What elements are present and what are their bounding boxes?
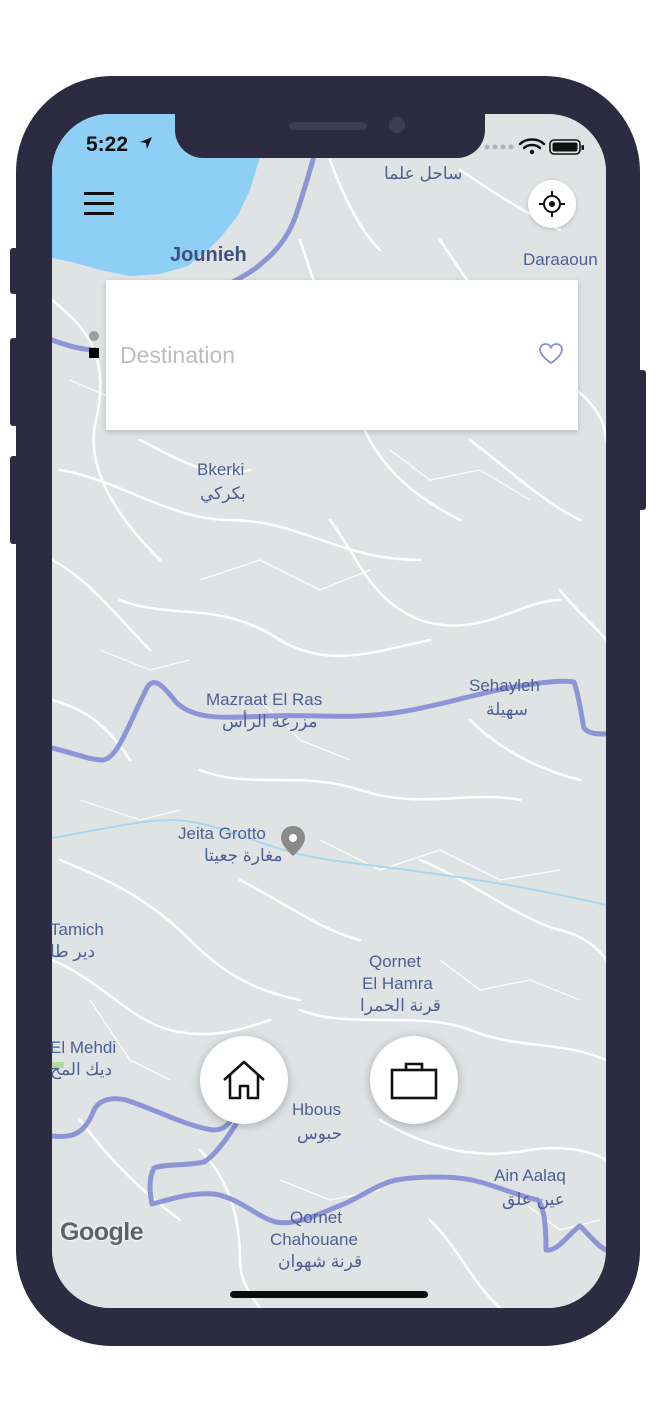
map-label-tamich-ar: دير طا	[50, 942, 96, 961]
map-label-qornet-chahouane-line2: Chahouane	[270, 1230, 358, 1249]
map-label-mazraat-ar: مزرعة الرأس	[222, 712, 318, 731]
status-time: 5:22	[86, 133, 129, 156]
map-label-bkerki-ar: بكركي	[200, 484, 246, 503]
destination-marker-square	[89, 348, 99, 358]
map-label-sehayleh-ar: سهيلة	[486, 700, 528, 719]
map-label-qornet-hamra-line1: Qornet	[369, 952, 421, 971]
home-indicator[interactable]	[230, 1291, 428, 1298]
google-attribution: Google	[60, 1218, 144, 1246]
briefcase-icon	[390, 1062, 438, 1100]
status-icons	[484, 138, 584, 155]
map-label-el-mehdi-ar: ديك المح	[50, 1060, 113, 1079]
map-label-qornet-hamra-line2: El Hamra	[362, 974, 433, 993]
map-label-daraaoun: Daraaoun	[523, 250, 598, 269]
map-label-jounieh: Jounieh	[170, 244, 247, 266]
location-arrow-icon	[140, 137, 152, 149]
map-label-qornet-chahouane-line1: Qornet	[290, 1208, 342, 1227]
menu-button[interactable]	[82, 188, 118, 220]
map-label-qornet-hamra-ar: قرنة الحمرا	[360, 996, 441, 1015]
front-camera	[389, 117, 405, 133]
notch	[175, 114, 485, 158]
map-label-jeita-grotto-ar: مغارة جعيتا	[204, 846, 283, 865]
map-label-hbous: Hbous	[292, 1100, 342, 1119]
map-label-el-mehdi: El Mehdi	[50, 1038, 117, 1057]
map-label-hbous-ar: حبوس	[297, 1124, 343, 1143]
map-label-tamich: Tamich	[50, 920, 104, 939]
speaker-grille	[289, 122, 367, 130]
heart-outline-icon[interactable]	[538, 342, 564, 366]
map-label-ain-aalaq: Ain Aalaq	[494, 1166, 566, 1185]
destination-card	[106, 280, 578, 430]
map-label-ain-aalaq-ar: عين علق	[502, 1190, 565, 1209]
locate-me-button[interactable]	[528, 180, 576, 228]
map-label-sehayleh: Sehayleh	[469, 676, 540, 695]
wifi-icon	[518, 138, 546, 150]
battery-icon	[549, 139, 584, 155]
map-label-jeita-grotto: Jeita Grotto	[178, 824, 266, 843]
hamburger-menu-icon	[84, 192, 114, 215]
crosshair-icon	[539, 191, 565, 217]
map-label-bkerki: Bkerki	[197, 460, 245, 479]
destination-input[interactable]	[118, 336, 522, 374]
map-label-mazraat: Mazraat El Ras	[206, 690, 323, 709]
origin-marker-dot	[89, 331, 99, 341]
signal-dots-icon	[484, 144, 514, 150]
home-icon	[223, 1060, 265, 1100]
work-shortcut-button[interactable]	[370, 1036, 458, 1124]
map-label-sahel-alma: ساحل علما	[384, 164, 463, 183]
map-label-qornet-chahouane-ar: قرنة شهوان	[278, 1252, 363, 1271]
home-shortcut-button[interactable]	[200, 1036, 288, 1124]
